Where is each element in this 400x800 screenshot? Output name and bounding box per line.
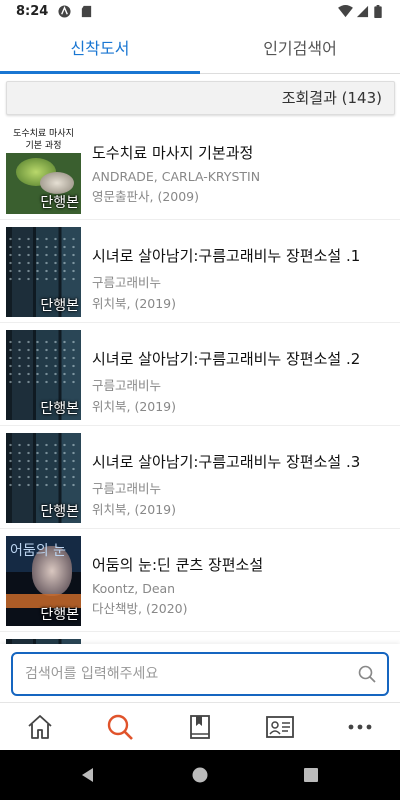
book-info: 도수치료 마사지 기본과정 ANDRADE, CARLA-KRYSTIN 영문출…	[92, 142, 392, 205]
tab-bar: 신착도서 인기검색어	[0, 24, 400, 74]
book-type-badge: 단행본	[40, 195, 79, 211]
tab-new-books[interactable]: 신착도서	[0, 24, 200, 74]
book-type-badge: 단행본	[40, 401, 79, 417]
book-cover: 단행본	[6, 330, 81, 420]
active-tab-indicator	[0, 71, 200, 74]
cover-pattern	[6, 441, 81, 491]
cover-pattern	[6, 235, 81, 285]
book-publisher: 다산책방, (2020)	[92, 601, 188, 616]
book-info: 시녀로 살아남기:구름고래비누 장편소설 .1 구름고래비누 위치북, (201…	[92, 245, 392, 312]
book-publisher: 위치북, (2019)	[92, 399, 177, 414]
list-item[interactable]: 단행본 시녀로 살아남기:구름고래비누 장편소설 .3 구름고래비누 위치북, …	[0, 429, 400, 529]
cover-pattern	[6, 338, 81, 388]
book-list[interactable]: 도수치료 마사지 기본 과정 단행본 도수치료 마사지 기본과정 ANDRADE…	[0, 120, 400, 650]
wifi-icon	[338, 5, 353, 18]
battery-icon	[374, 5, 382, 18]
book-title: 도수치료 마사지 기본과정	[92, 144, 254, 162]
cover-title: 어둠의 눈	[10, 543, 66, 559]
book-type-badge: 단행본	[40, 504, 79, 520]
id-card-icon[interactable]	[265, 713, 295, 741]
book-title: 시녀로 살아남기:구름고래비누 장편소설 .2	[92, 350, 361, 368]
book-info: 시녀로 살아남기:구름고래비누 장편소설 .3 구름고래비누 위치북, (201…	[92, 451, 392, 518]
signal-icon	[356, 5, 369, 18]
book-cover: 도수치료 마사지 기본 과정 단행본	[6, 124, 81, 214]
book-author: 구름고래비누	[92, 275, 162, 290]
book-publisher: 위치북, (2019)	[92, 296, 177, 311]
book-author: 구름고래비누	[92, 481, 162, 496]
more-icon[interactable]	[345, 713, 375, 741]
book-author: Koontz, Dean	[92, 581, 176, 596]
app-notification-icon	[58, 5, 71, 18]
bookmark-book-icon[interactable]	[185, 713, 215, 741]
result-count-bar: 조회결과 (143)	[6, 81, 395, 115]
book-author: ANDRADE, CARLA-KRYSTIN	[92, 169, 261, 184]
cover-title: 도수치료 마사지 기본 과정	[13, 129, 74, 151]
search-box	[11, 652, 389, 696]
book-type-badge: 단행본	[40, 298, 79, 314]
book-cover: 단행본	[6, 227, 81, 317]
book-type-badge: 단행본	[40, 607, 79, 623]
book-publisher: 위치북, (2019)	[92, 502, 177, 517]
search-icon[interactable]	[357, 664, 377, 684]
list-item[interactable]: 단행본 시녀로 살아남기:구름고래비누 장편소설 .1 구름고래비누 위치북, …	[0, 223, 400, 323]
book-info: 시녀로 살아남기:구름고래비누 장편소설 .2 구름고래비누 위치북, (201…	[92, 348, 392, 415]
search-icon[interactable]	[105, 713, 135, 741]
list-item[interactable]: 단행본 시녀로 살아남기:구름고래비누 장편소설 .2 구름고래비누 위치북, …	[0, 326, 400, 426]
tab-popular-keywords[interactable]: 인기검색어	[200, 24, 400, 74]
list-item[interactable]: 어둠의 눈 단행본 어둠의 눈:딘 쿤츠 장편소설 Koontz, Dean 다…	[0, 532, 400, 632]
system-navigation-bar	[0, 750, 400, 800]
book-cover: 단행본	[6, 433, 81, 523]
list-item[interactable]: 도수치료 마사지 기본 과정 단행본 도수치료 마사지 기본과정 ANDRADE…	[0, 120, 400, 220]
book-publisher: 영문출판사, (2009)	[92, 189, 200, 204]
result-count-label: 조회결과 (143)	[281, 89, 382, 107]
search-bar-container	[0, 644, 400, 702]
status-bar: 8:24	[0, 0, 400, 24]
book-info: 어둠의 눈:딘 쿤츠 장편소설 Koontz, Dean 다산책방, (2020…	[92, 554, 392, 617]
bottom-navigation	[0, 702, 400, 750]
cover-stone-image	[40, 172, 74, 194]
book-author: 구름고래비누	[92, 378, 162, 393]
sd-card-icon	[81, 5, 92, 18]
home-button-icon[interactable]	[192, 767, 208, 783]
book-cover: 어둠의 눈 단행본	[6, 536, 81, 626]
search-input[interactable]	[25, 654, 345, 694]
recents-icon[interactable]	[303, 767, 319, 783]
home-icon[interactable]	[25, 713, 55, 741]
status-time: 8:24	[16, 4, 49, 19]
book-title: 시녀로 살아남기:구름고래비누 장편소설 .3	[92, 453, 361, 471]
book-title: 시녀로 살아남기:구름고래비누 장편소설 .1	[92, 247, 361, 265]
back-icon[interactable]	[80, 767, 96, 783]
book-title: 어둠의 눈:딘 쿤츠 장편소설	[92, 556, 264, 574]
